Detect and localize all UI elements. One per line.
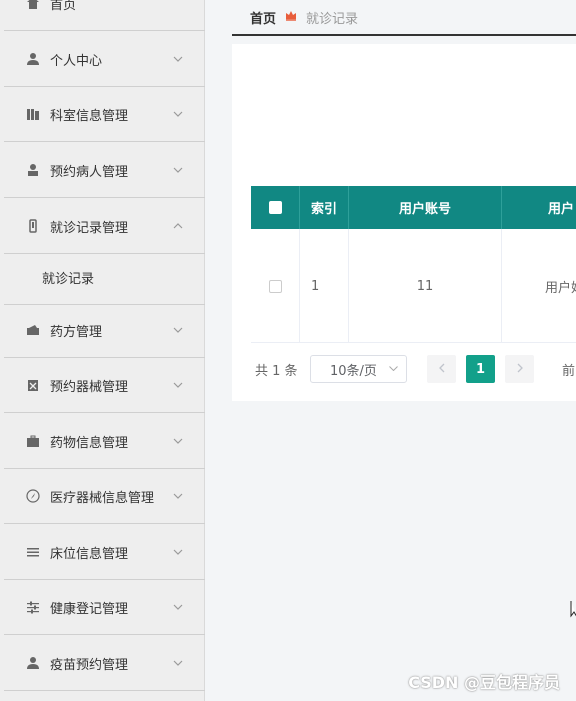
sidebar-item-label: 药方管理 (50, 324, 103, 340)
user-icon (25, 51, 41, 67)
chevron-left-icon (438, 362, 445, 376)
sidebar-item-equipment-appointment[interactable]: 预约器械管理 (4, 358, 205, 413)
breadcrumb: 首页 就诊记录 (232, 0, 576, 36)
sidebar-item-department[interactable]: 科室信息管理 (4, 87, 205, 142)
sidebar-item-drug-info[interactable]: 药物信息管理 (4, 414, 205, 469)
phone-icon (25, 218, 41, 234)
column-header-index[interactable]: 索引 (300, 186, 349, 229)
breadcrumb-current: 就诊记录 (306, 11, 359, 27)
chevron-down-icon (173, 380, 185, 391)
sidebar-item-label: 个人中心 (50, 53, 103, 69)
patient-icon (25, 162, 41, 178)
clipboard-icon (25, 377, 41, 393)
row-checkbox-cell (251, 229, 300, 343)
sidebar-item-label: 床位信息管理 (50, 546, 129, 562)
chevron-down-icon (389, 364, 398, 374)
briefcase-icon (25, 433, 41, 449)
watermark: CSDN @豆包程序员 (408, 673, 560, 692)
chevron-down-icon (173, 602, 185, 613)
wallet-icon (25, 322, 41, 338)
sidebar-item-label: 首页 (50, 0, 77, 13)
page-size-value: 10条/页 (330, 363, 377, 379)
sidebar-item-vaccine-appointment[interactable]: 疫苗预约管理 (4, 636, 205, 691)
chevron-down-icon (173, 436, 185, 447)
row-checkbox[interactable] (268, 279, 282, 293)
chevron-down-icon (173, 109, 185, 120)
crown-icon (285, 10, 297, 25)
sidebar-item-health-registration[interactable]: 健康登记管理 (4, 580, 205, 635)
sliders-icon (25, 599, 41, 615)
sidebar-item-label: 预约器械管理 (50, 379, 129, 395)
column-header-account[interactable]: 用户账号 (349, 186, 502, 229)
sidebar-item-prescription[interactable]: 药方管理 (4, 303, 205, 358)
prev-page-button[interactable] (427, 355, 456, 383)
sidebar-item-home[interactable]: 首页 (4, 0, 205, 31)
cell-index: 1 (300, 229, 349, 343)
pagination-total: 共 1 条 (255, 364, 298, 379)
next-page-button[interactable] (505, 355, 534, 383)
cell-name-text: 用户姓 (545, 280, 576, 296)
sidebar-item-label: 药物信息管理 (50, 435, 129, 451)
breadcrumb-home[interactable]: 首页 (250, 8, 276, 27)
chevron-down-icon (173, 491, 185, 502)
sidebar-item-label: 科室信息管理 (50, 108, 129, 124)
sidebar-item-label: 疫苗预约管理 (50, 657, 129, 673)
cell-account: 11 (349, 229, 502, 343)
sidebar-item-label: 就诊记录管理 (50, 220, 129, 236)
sidebar-item-personal-center[interactable]: 个人中心 (4, 32, 205, 87)
select-all-cell (251, 186, 300, 229)
home-icon (25, 0, 41, 11)
table-header: 索引 用户账号 用户 (251, 186, 576, 229)
sidebar-item-label: 预约病人管理 (50, 164, 129, 180)
cell-name: 用户姓 (502, 229, 576, 343)
page-size-select[interactable]: 10条/页 (310, 355, 407, 383)
chevron-down-icon (173, 165, 185, 176)
sidebar-item-appointment-patients[interactable]: 预约病人管理 (4, 143, 205, 198)
table-row[interactable]: 1 11 用户姓 (251, 229, 576, 343)
sidebar-item-visit-records[interactable]: 就诊记录管理 (4, 199, 205, 254)
chevron-down-icon (173, 54, 185, 65)
chevron-down-icon (173, 547, 185, 558)
page-jump-label: 前 (562, 364, 576, 379)
list-icon (25, 544, 41, 560)
column-header-name[interactable]: 用户 (502, 186, 576, 229)
chevron-right-icon (517, 362, 523, 376)
sidebar-item-bed-info[interactable]: 床位信息管理 (4, 525, 205, 580)
chevron-up-icon (173, 221, 185, 232)
chevron-down-icon (173, 658, 185, 669)
sidebar-item-label: 健康登记管理 (50, 601, 129, 617)
compass-icon (25, 488, 41, 504)
person-icon (25, 655, 41, 671)
sidebar-subitem-visit-record[interactable]: 就诊记录 (4, 250, 205, 305)
chevron-down-icon (173, 325, 185, 336)
sidebar-item-medical-equipment[interactable]: 医疗器械信息管理 (4, 469, 205, 524)
select-all-checkbox[interactable] (268, 201, 282, 214)
sidebar: 首页 个人中心 科室信息管理 预约病人管理 就诊记录管理 就诊记录 药方管理 预… (0, 0, 205, 701)
column-header-name-label: 用户 (548, 202, 575, 217)
building-icon (25, 106, 41, 122)
page-number-current[interactable]: 1 (466, 355, 495, 383)
sidebar-subitem-label: 就诊记录 (42, 271, 95, 287)
mouse-cursor-icon (570, 600, 576, 618)
sidebar-item-label: 医疗器械信息管理 (50, 490, 155, 506)
